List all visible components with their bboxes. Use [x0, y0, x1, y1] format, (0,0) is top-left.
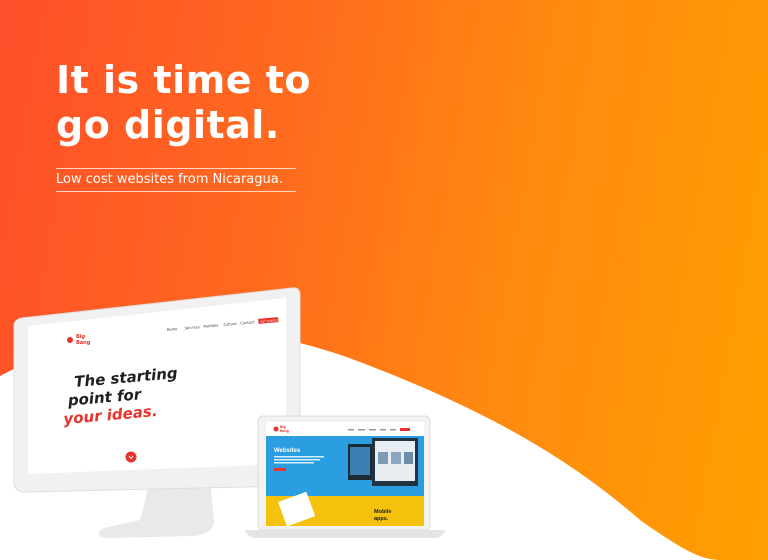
- divider-top: [56, 168, 296, 169]
- divider-bottom: [56, 191, 296, 192]
- headline-line-1: It is time to: [56, 58, 311, 102]
- headline-line-2: go digital.: [56, 103, 280, 147]
- page-headline: It is time to go digital.: [56, 58, 311, 148]
- tagline: Low cost websites from Nicaragua.: [56, 172, 283, 187]
